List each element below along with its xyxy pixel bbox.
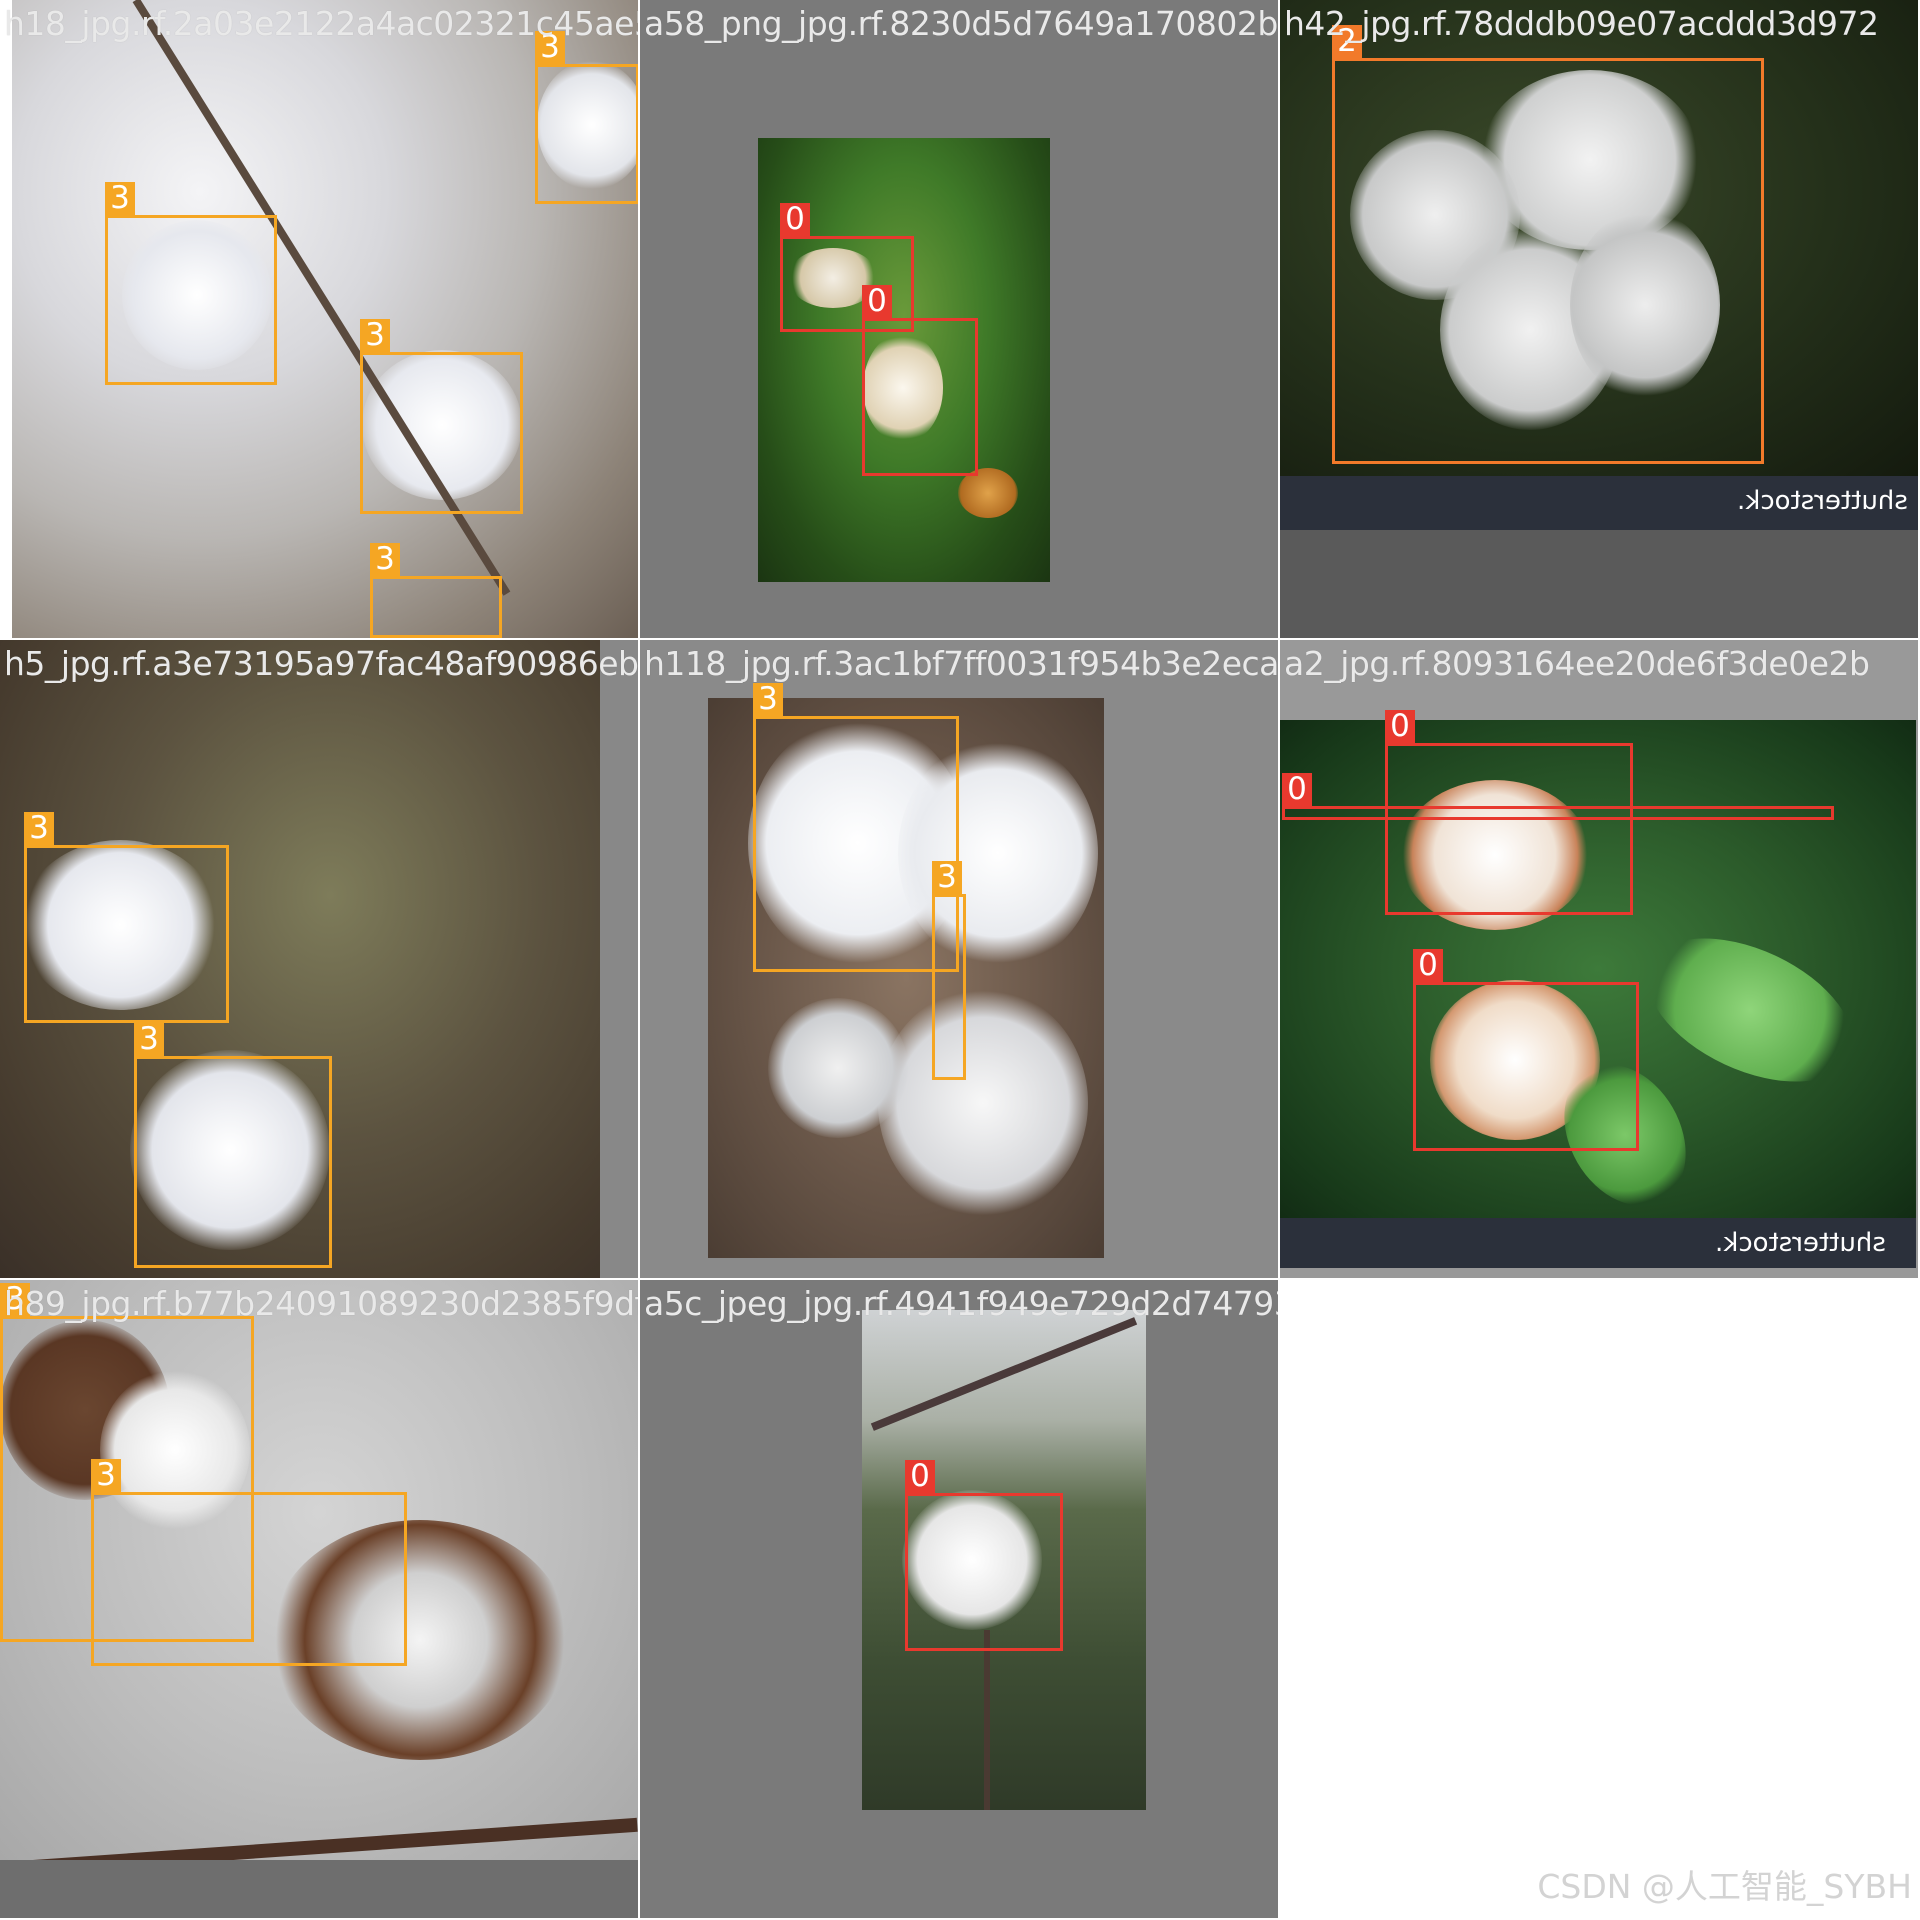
detection-box: 0 — [1282, 773, 1834, 820]
watermark-bar: shutterstock. — [1280, 476, 1918, 530]
mosaic-tile-4: h5_jpg.rf.a3e73195a97fac48af90986eba19e … — [0, 640, 638, 1278]
mosaic-tile-1: h18_jpg.rf.2a03e2122a4ac02321c45ae580a7e… — [0, 0, 638, 638]
detection-box: 0 — [905, 1460, 1063, 1651]
class-label: 0 — [780, 203, 810, 236]
class-label: 3 — [753, 683, 783, 716]
class-label: 0 — [905, 1460, 935, 1493]
detection-box: 3 — [370, 543, 502, 638]
image-filename: a5c_jpeg_jpg.rf.4941f949e729d2d747938c94 — [644, 1284, 1278, 1323]
image-filename: a2_jpg.rf.8093164ee20de6f3de0e2b — [1284, 644, 1870, 683]
detection-box: 3 — [932, 861, 966, 1080]
class-label: 3 — [24, 812, 54, 845]
mosaic-tile-3: shutterstock. h42_jpg.rf.78dddb09e07acdd… — [1280, 0, 1918, 638]
image-filename: h42_jpg.rf.78dddb09e07acddd3d972 — [1284, 4, 1879, 43]
mosaic-tile-7: h89_jpg.rf.b77b24091089230d2385f9df613e … — [0, 1280, 638, 1918]
watermark-bar: shutterstock. — [1280, 1218, 1916, 1268]
detection-box: 3 — [753, 683, 959, 972]
class-label: 3 — [105, 182, 135, 215]
detection-box: 0 — [1413, 949, 1639, 1151]
class-label: 3 — [370, 543, 400, 576]
detection-box: 3 — [24, 812, 229, 1023]
class-label: 3 — [134, 1023, 164, 1056]
detection-box: 0 — [1385, 710, 1633, 915]
class-label: 3 — [360, 319, 390, 352]
detection-box: 3 — [360, 319, 523, 514]
class-label: 3 — [91, 1459, 121, 1492]
mosaic-tile-empty: CSDN @人工智能_SYBH — [1280, 1280, 1918, 1918]
image-filename: a58_png_jpg.rf.8230d5d7649a170802b45590 — [644, 4, 1278, 43]
class-label: 0 — [1413, 949, 1443, 982]
detection-box: 3 — [535, 31, 638, 204]
mosaic-tile-8: a5c_jpeg_jpg.rf.4941f949e729d2d747938c94… — [640, 1280, 1278, 1918]
watermark-text: shutterstock. — [1737, 486, 1908, 516]
detection-box: 0 — [862, 285, 978, 476]
credit-watermark: CSDN @人工智能_SYBH — [1537, 1867, 1912, 1906]
detection-box: 3 — [134, 1023, 332, 1268]
detection-box: 3 — [91, 1459, 407, 1666]
image-filename: h89_jpg.rf.b77b24091089230d2385f9df613e — [4, 1284, 638, 1323]
watermark-text: shutterstock. — [1715, 1228, 1886, 1258]
class-label: 0 — [1282, 773, 1312, 806]
image-filename: h118_jpg.rf.3ac1bf7ff0031f954b3e2eca82bj — [644, 644, 1278, 683]
image-filename: h18_jpg.rf.2a03e2122a4ac02321c45ae580a7e — [4, 4, 638, 43]
mosaic-tile-5: h118_jpg.rf.3ac1bf7ff0031f954b3e2eca82bj… — [640, 640, 1278, 1278]
mosaic-tile-6: shutterstock. a2_jpg.rf.8093164ee20de6f3… — [1280, 640, 1918, 1278]
detection-box: 2 — [1332, 25, 1764, 464]
mosaic-tile-2: a58_png_jpg.rf.8230d5d7649a170802b45590 … — [640, 0, 1278, 638]
image-filename: h5_jpg.rf.a3e73195a97fac48af90986eba19e — [4, 644, 638, 683]
class-label: 0 — [862, 285, 892, 318]
detection-box: 3 — [105, 182, 277, 385]
class-label: 3 — [932, 861, 962, 894]
class-label: 0 — [1385, 710, 1415, 743]
